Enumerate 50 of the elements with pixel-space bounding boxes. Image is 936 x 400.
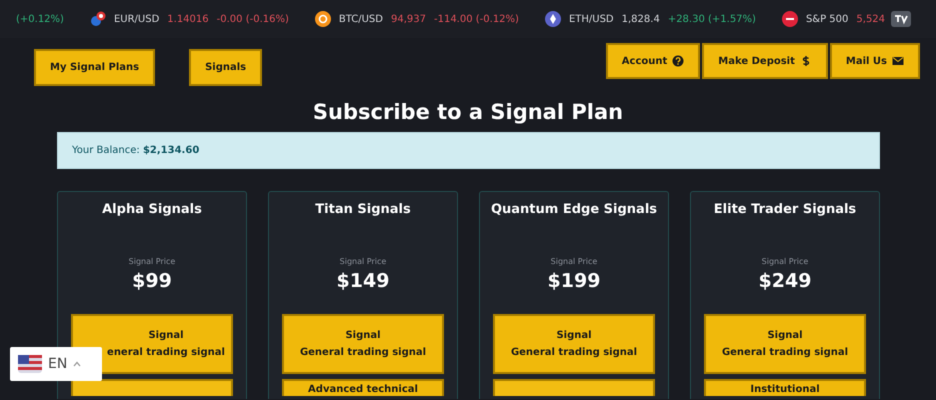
nav-button[interactable]: My Signal Plans <box>34 49 156 86</box>
caret-up-icon <box>73 361 82 367</box>
language-selector[interactable]: EN <box>10 347 102 381</box>
page-title: Subscribe to a Signal Plan <box>312 100 624 124</box>
plan-price: $99 <box>132 270 172 292</box>
mail-icon <box>892 55 904 67</box>
plan-name: Alpha Signals <box>102 202 202 217</box>
ticker-price: 1.14016 <box>167 14 209 24</box>
diamond-coin-icon <box>544 11 561 27</box>
chart-logo-icon <box>891 11 912 27</box>
feature-button[interactable]: Institutional <box>704 379 866 396</box>
ticker-change: (+0.12%) <box>16 14 64 24</box>
price-label: Signal Price <box>340 257 386 266</box>
plan-name: Quantum Edge Signals <box>490 202 658 217</box>
feature-button[interactable] <box>493 379 655 396</box>
ticker-symbol[interactable]: EUR/USD <box>114 14 160 24</box>
currency-pair-icon <box>90 11 106 27</box>
ticker-symbol[interactable]: S&P 500 <box>806 14 848 24</box>
ticker-change: +28.30 (+1.57%) <box>668 14 756 24</box>
plan-price: $149 <box>336 270 390 292</box>
price-label: Signal Price <box>762 257 808 266</box>
nav-button[interactable]: Signals <box>189 49 262 86</box>
feature-button[interactable]: Signal eneral trading signal <box>71 314 233 374</box>
ticker-price: 5,524 <box>856 14 886 24</box>
plan-price: $249 <box>758 270 812 292</box>
nav-button[interactable]: Mail Us <box>830 43 920 79</box>
feature-button[interactable]: Advanced technical <box>282 379 444 396</box>
coin-icon <box>314 11 331 27</box>
ticker-symbol[interactable]: BTC/USD <box>338 14 383 24</box>
plan-name: Elite Trader Signals <box>714 202 856 217</box>
plan-name: Titan Signals <box>315 202 411 217</box>
feature-button[interactable]: Signal General trading signal <box>493 314 655 374</box>
index-icon <box>782 11 798 27</box>
nav-button[interactable]: Make Deposit <box>702 43 828 79</box>
feature-button[interactable]: Signal General trading signal <box>282 314 444 374</box>
nav-button[interactable]: Account <box>606 43 700 79</box>
plan-price: $199 <box>548 270 600 292</box>
ticker-change: -114.00 (-0.12%) <box>434 14 519 24</box>
price-label: Signal Price <box>550 257 598 266</box>
question-circle-icon <box>672 55 684 67</box>
language-code: EN <box>48 356 68 372</box>
ticker-change: -0.00 (-0.16%) <box>216 14 289 24</box>
feature-button[interactable]: Signal General trading signal <box>704 314 866 374</box>
price-label: Signal Price <box>128 257 176 266</box>
ticker-price: 1,828.4 <box>622 14 660 24</box>
feature-button[interactable] <box>71 379 233 396</box>
ticker-price: 94,937 <box>390 14 426 24</box>
flag-icon <box>18 355 42 373</box>
balance-text: Your Balance: $2,134.60 <box>72 145 200 156</box>
ticker-symbol[interactable]: ETH/USD <box>568 14 614 24</box>
